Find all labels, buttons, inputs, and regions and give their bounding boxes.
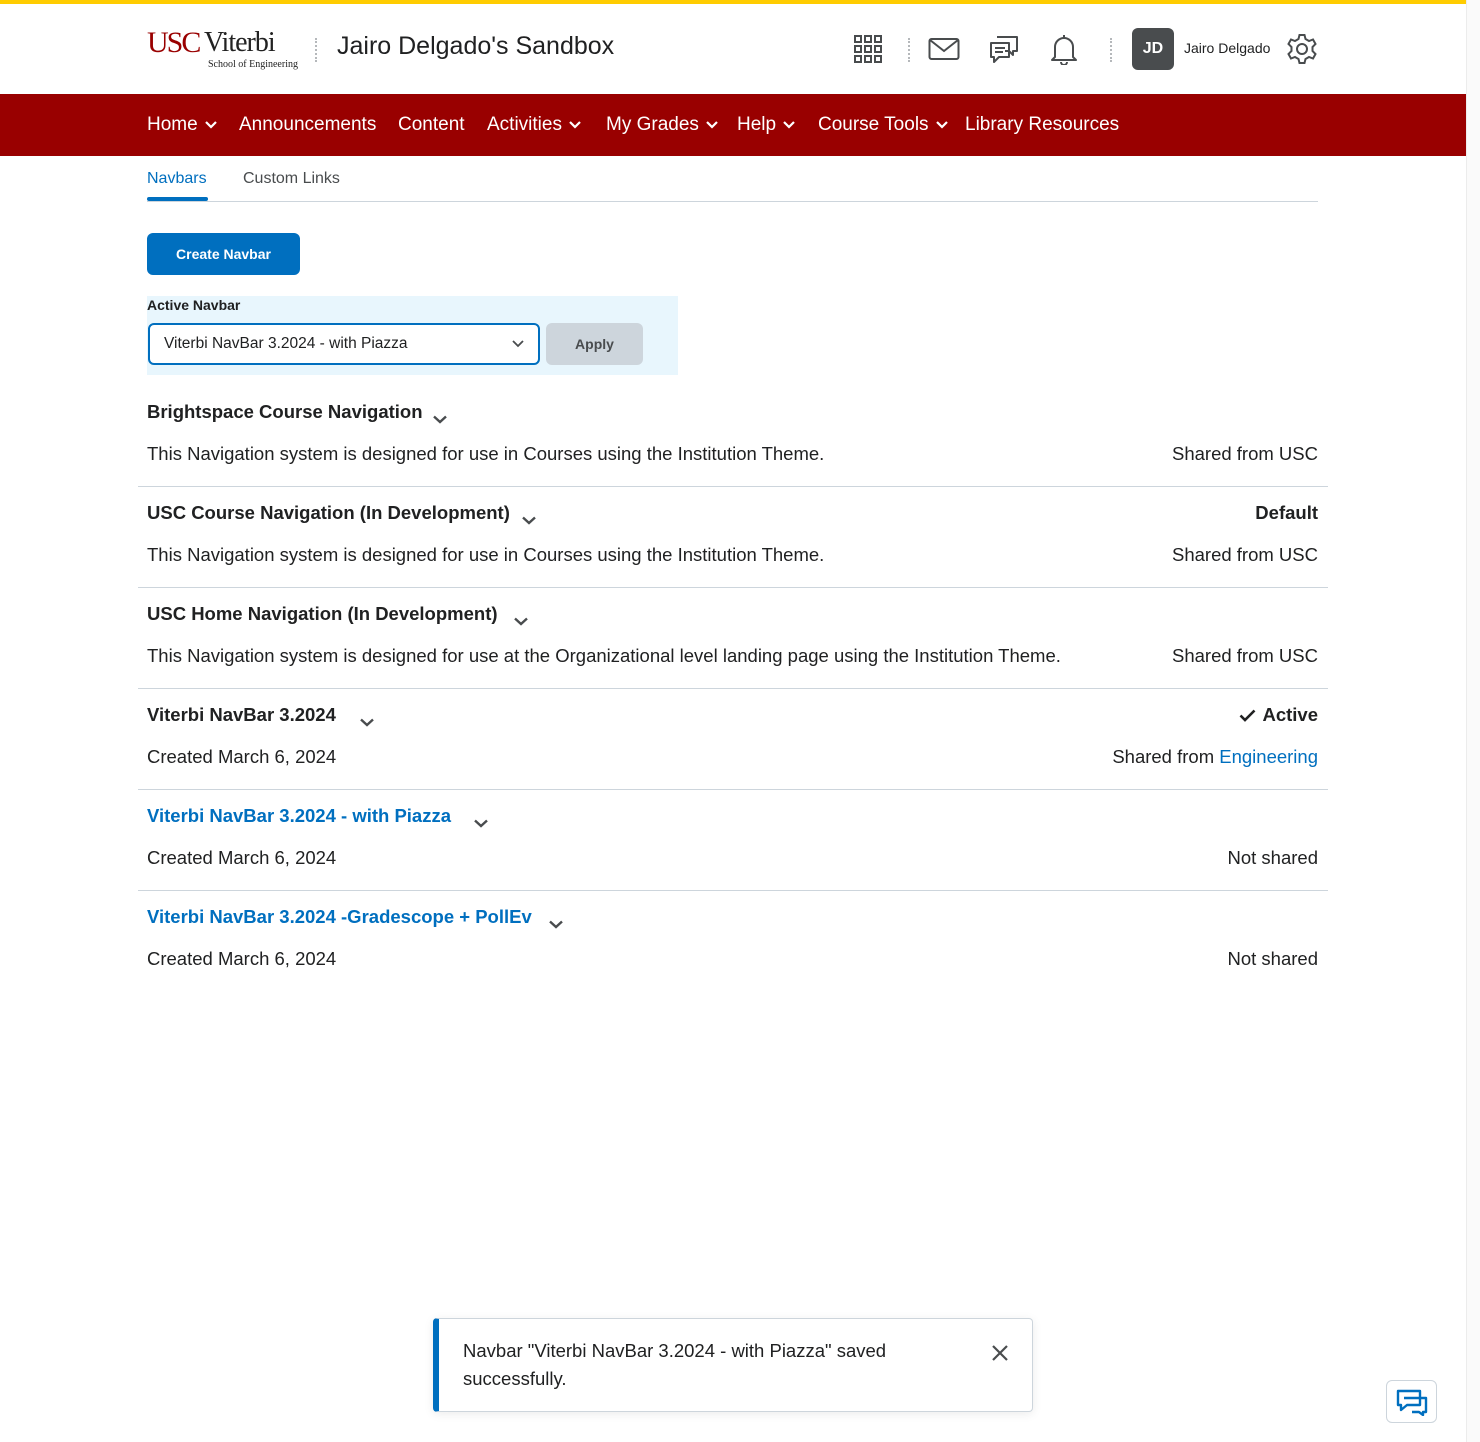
navbar-status-label: Default bbox=[1255, 502, 1318, 523]
apply-button[interactable]: Apply bbox=[546, 323, 643, 365]
course-title[interactable]: Jairo Delgado's Sandbox bbox=[337, 32, 614, 61]
user-name[interactable]: Jairo Delgado bbox=[1184, 40, 1270, 56]
logo-viterbi-text: Viterbi bbox=[204, 27, 276, 58]
close-icon[interactable] bbox=[990, 1343, 1010, 1363]
navbar-status-active: Active bbox=[1239, 704, 1318, 726]
navbar-title: Viterbi NavBar 3.2024 bbox=[147, 704, 336, 725]
navbar-list-item: USC Course Navigation (In Development) D… bbox=[138, 487, 1328, 588]
navbar-title-link[interactable]: Viterbi NavBar 3.2024 - with Piazza bbox=[147, 805, 451, 827]
logo-school-text: School of Engineering bbox=[208, 59, 298, 70]
course-navbar: Home Announcements Content Activities My… bbox=[0, 94, 1466, 156]
nav-help-label: Help bbox=[737, 114, 777, 135]
active-navbar-select-value: Viterbi NavBar 3.2024 - with Piazza bbox=[164, 335, 408, 352]
create-navbar-button[interactable]: Create Navbar bbox=[147, 233, 300, 275]
chevron-down-icon[interactable] bbox=[470, 812, 492, 834]
navbar-description: Created March 6, 2024 bbox=[147, 948, 337, 969]
navbar-sharing: Not shared bbox=[1227, 948, 1319, 969]
chevron-down-icon bbox=[935, 121, 948, 129]
engineering-link[interactable]: Engineering bbox=[1219, 746, 1318, 767]
chevron-down-icon bbox=[783, 121, 795, 129]
chevron-down-icon[interactable] bbox=[545, 913, 567, 935]
site-header: USC Viterbi School of Engineering Jairo … bbox=[0, 4, 1466, 94]
navbar-sharing: Shared from Engineering bbox=[1112, 746, 1318, 768]
navbar-sharing: Not shared bbox=[1227, 847, 1319, 868]
navbar-title-link[interactable]: Viterbi NavBar 3.2024 -Gradescope + Poll… bbox=[147, 906, 532, 928]
usc-viterbi-logo[interactable]: USC Viterbi School of Engineering bbox=[147, 26, 298, 74]
navbar-status-default: Default bbox=[1255, 502, 1318, 524]
active-navbar-select[interactable]: Viterbi NavBar 3.2024 - with Piazza bbox=[148, 323, 540, 365]
tabs-divider bbox=[147, 201, 1318, 202]
header-divider bbox=[315, 38, 317, 62]
nav-my-grades-label: My Grades bbox=[606, 114, 699, 135]
chevron-down-icon bbox=[512, 340, 524, 348]
chevron-down-icon bbox=[706, 121, 718, 129]
navbar-description: This Navigation system is designed for u… bbox=[147, 544, 825, 565]
chevron-down-icon bbox=[569, 121, 581, 129]
navbar-sharing: Shared from USC bbox=[1172, 544, 1318, 565]
navbar-list-item: USC Home Navigation (In Development) Thi… bbox=[138, 588, 1328, 689]
tab-navbars[interactable]: Navbars bbox=[147, 170, 207, 188]
navbar-sharing: Shared from USC bbox=[1172, 645, 1318, 666]
navbar-sharing-prefix: Shared from bbox=[1112, 746, 1220, 767]
avatar[interactable]: JD bbox=[1132, 28, 1174, 70]
nav-my-grades[interactable]: My Grades bbox=[606, 94, 718, 156]
nav-help[interactable]: Help bbox=[737, 94, 795, 156]
nav-activities[interactable]: Activities bbox=[487, 94, 581, 156]
nav-content-label: Content bbox=[398, 114, 465, 135]
nav-course-tools[interactable]: Course Tools bbox=[818, 94, 948, 156]
chevron-down-icon bbox=[204, 121, 217, 129]
header-divider bbox=[1110, 38, 1112, 62]
checkmark-icon bbox=[1240, 709, 1256, 722]
navbar-description: This Navigation system is designed for u… bbox=[147, 645, 1061, 666]
navbar-list-item: Brightspace Course Navigation This Navig… bbox=[138, 386, 1328, 487]
toast-message: Navbar "Viterbi NavBar 3.2024 - with Pia… bbox=[463, 1340, 887, 1389]
nav-library-resources-label: Library Resources bbox=[965, 114, 1120, 135]
nav-announcements[interactable]: Announcements bbox=[239, 94, 376, 156]
chevron-down-icon[interactable] bbox=[356, 711, 378, 733]
nav-course-tools-label: Course Tools bbox=[818, 114, 929, 135]
navbar-list-item: Viterbi NavBar 3.2024 - with Piazza Crea… bbox=[138, 790, 1328, 891]
chevron-down-icon[interactable] bbox=[518, 509, 540, 531]
chat-button[interactable] bbox=[1386, 1380, 1437, 1423]
active-navbar-label: Active Navbar bbox=[147, 297, 241, 313]
nav-content[interactable]: Content bbox=[398, 94, 465, 156]
navbar-title: USC Course Navigation (In Development) bbox=[147, 502, 510, 523]
header-divider bbox=[908, 38, 910, 62]
navbar-description: This Navigation system is designed for u… bbox=[147, 443, 825, 464]
gear-icon[interactable] bbox=[1285, 32, 1319, 66]
nav-activities-label: Activities bbox=[487, 114, 562, 135]
nav-home-label: Home bbox=[147, 114, 198, 135]
navbar-status-label: Active bbox=[1262, 704, 1318, 725]
navbar-title: USC Home Navigation (In Development) bbox=[147, 603, 498, 624]
mail-icon[interactable] bbox=[927, 32, 961, 66]
waffle-grid-icon[interactable] bbox=[851, 32, 885, 66]
bell-icon[interactable] bbox=[1047, 32, 1081, 66]
navbar-list-item: Viterbi NavBar 3.2024 Active Created Mar… bbox=[138, 689, 1328, 790]
page-scrollbar[interactable] bbox=[1466, 0, 1480, 1442]
chat-icon bbox=[1396, 1389, 1427, 1416]
navbar-sharing: Shared from USC bbox=[1172, 443, 1318, 464]
navbar-description: Created March 6, 2024 bbox=[147, 746, 337, 767]
navbar-list-item: Viterbi NavBar 3.2024 -Gradescope + Poll… bbox=[138, 891, 1328, 992]
success-toast: Navbar "Viterbi NavBar 3.2024 - with Pia… bbox=[433, 1318, 1033, 1412]
discussions-icon[interactable] bbox=[987, 32, 1021, 66]
navbar-title: Brightspace Course Navigation bbox=[147, 401, 423, 422]
nav-announcements-label: Announcements bbox=[239, 114, 377, 135]
chevron-down-icon[interactable] bbox=[429, 408, 451, 430]
navbar-description: Created March 6, 2024 bbox=[147, 847, 337, 868]
logo-usc-text: USC bbox=[147, 26, 201, 59]
nav-library-resources[interactable]: Library Resources bbox=[965, 94, 1119, 156]
tab-custom-links[interactable]: Custom Links bbox=[243, 170, 340, 188]
nav-home[interactable]: Home bbox=[147, 94, 217, 156]
chevron-down-icon[interactable] bbox=[510, 610, 532, 632]
